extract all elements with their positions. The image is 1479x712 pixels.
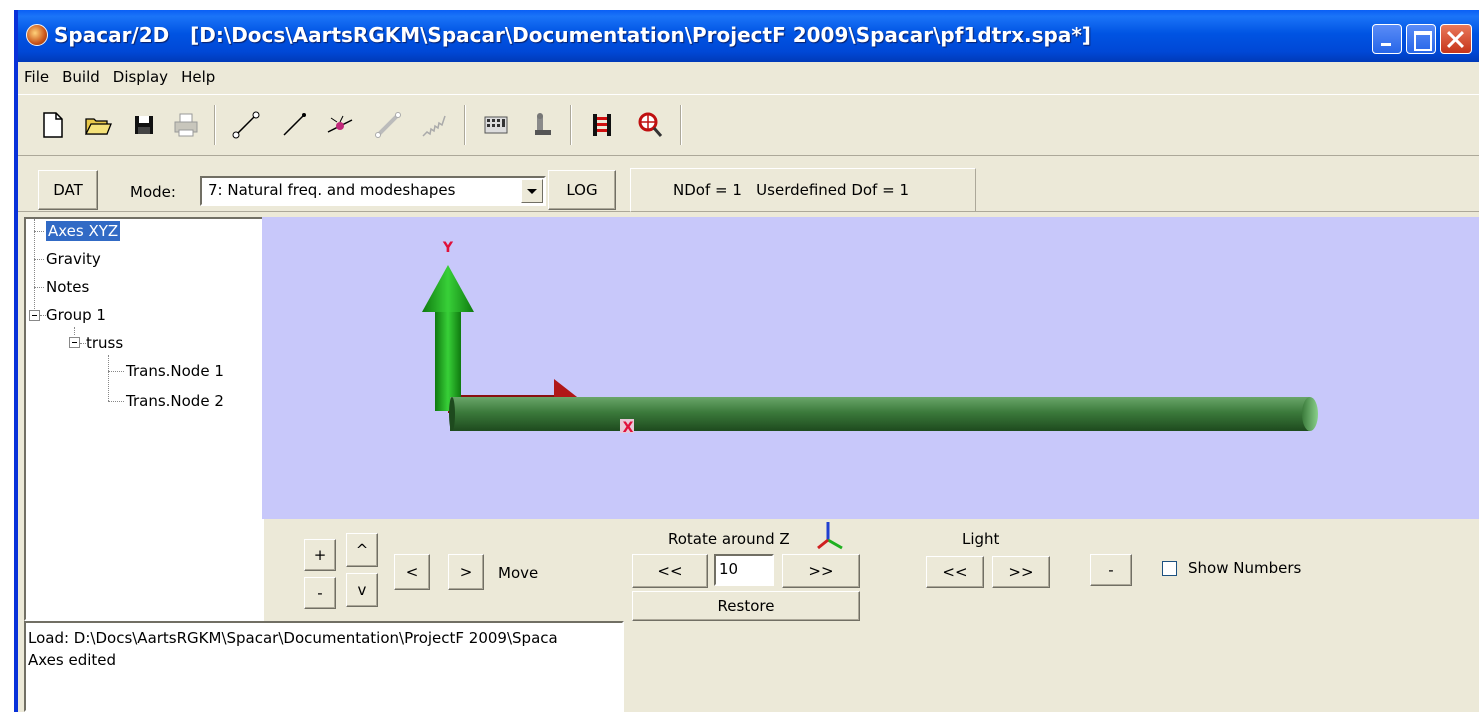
menu-help[interactable]: Help — [181, 68, 215, 86]
add-constraint-icon[interactable] — [322, 107, 358, 143]
results-icon[interactable] — [584, 107, 620, 143]
toolbar — [18, 94, 1479, 156]
model-tree[interactable]: Axes XYZ Gravity Notes Group 1 truss Tra… — [24, 217, 264, 621]
close-button[interactable] — [1440, 24, 1472, 54]
tree-node-trans-node-2[interactable]: Trans.Node 2 — [126, 391, 224, 411]
collapse-icon[interactable] — [29, 310, 40, 321]
tree-node-notes[interactable]: Notes — [46, 277, 89, 297]
toolbar-separator — [214, 105, 216, 145]
log-line: Axes edited — [28, 651, 117, 669]
add-spring-icon[interactable] — [416, 107, 452, 143]
rotate-left-button[interactable]: << — [632, 554, 708, 588]
x-axis-label: X — [623, 420, 634, 436]
show-numbers-label[interactable]: Show Numbers — [1188, 559, 1301, 577]
light-right-button[interactable]: >> — [992, 556, 1050, 588]
tree-line — [108, 371, 124, 372]
tree-node-group[interactable]: Group 1 — [46, 305, 106, 325]
menu-build[interactable]: Build — [62, 68, 100, 86]
tree-line — [34, 287, 44, 288]
move-label: Move — [498, 564, 539, 582]
show-numbers-checkbox[interactable] — [1162, 561, 1177, 576]
add-node-icon[interactable] — [228, 107, 264, 143]
tree-line — [108, 355, 109, 401]
light-label: Light — [962, 530, 1000, 548]
run-icon[interactable] — [524, 107, 560, 143]
tree-node-gravity[interactable]: Gravity — [46, 249, 101, 269]
rotate-angle-input[interactable]: 10 — [714, 554, 774, 586]
maximize-button[interactable] — [1406, 24, 1436, 54]
menu-file[interactable]: File — [24, 68, 49, 86]
mode-value: 7: Natural freq. and modeshapes — [208, 181, 456, 199]
zoom-icon[interactable] — [632, 107, 668, 143]
tree-node-trans-node-1[interactable]: Trans.Node 1 — [126, 361, 224, 381]
add-element-icon[interactable] — [276, 107, 312, 143]
window-title: Spacar/2D [D:\Docs\AartsRGKM\Spacar\Docu… — [54, 23, 1091, 47]
title-bar[interactable]: Spacar/2D [D:\Docs\AartsRGKM\Spacar\Docu… — [18, 10, 1479, 62]
app-name: Spacar/2D — [54, 23, 170, 47]
move-left-button[interactable]: < — [394, 554, 430, 590]
tree-line — [108, 401, 124, 402]
restore-button[interactable]: Restore — [632, 591, 860, 621]
move-up-button[interactable]: ^ — [346, 533, 378, 567]
calculator-icon[interactable] — [478, 107, 514, 143]
save-icon[interactable] — [126, 107, 162, 143]
mode-label: Mode: — [130, 183, 176, 201]
rotate-label: Rotate around Z — [668, 530, 790, 548]
tree-line — [34, 219, 35, 321]
log-button[interactable]: LOG — [548, 170, 616, 210]
toolbar-separator — [570, 105, 572, 145]
toolbar-separator — [680, 105, 682, 145]
y-axis-label: Y — [442, 240, 454, 256]
new-file-icon[interactable] — [34, 107, 70, 143]
tree-line — [34, 259, 44, 260]
menu-display[interactable]: Display — [113, 68, 168, 86]
light-left-button[interactable]: << — [926, 556, 984, 588]
minus-button[interactable]: - — [1090, 554, 1132, 586]
app-logo-icon[interactable] — [26, 24, 48, 46]
rotate-right-button[interactable]: >> — [782, 554, 860, 588]
app-window: Spacar/2D [D:\Docs\AartsRGKM\Spacar\Docu… — [14, 10, 1479, 712]
tree-node-truss[interactable]: truss — [86, 333, 123, 353]
log-line: Load: D:\Docs\AartsRGKM\Spacar\Documenta… — [28, 629, 558, 647]
minimize-button[interactable] — [1372, 24, 1402, 54]
file-path: [D:\Docs\AartsRGKM\Spacar\Documentation\… — [190, 23, 1091, 47]
move-right-button[interactable]: > — [448, 554, 484, 590]
y-axis-arrow — [422, 265, 474, 411]
log-output[interactable]: Load: D:\Docs\AartsRGKM\Spacar\Documenta… — [24, 621, 624, 712]
toolbar-separator — [464, 105, 466, 145]
open-folder-icon[interactable] — [80, 107, 116, 143]
view-controls: + - ^ v < > Move Rotate around Z << 10 >… — [262, 519, 1479, 621]
tree-line — [34, 231, 44, 232]
ndof-status: NDof = 1 Userdefined Dof = 1 — [630, 168, 976, 212]
tree-node-axes[interactable]: Axes XYZ — [46, 221, 121, 241]
3d-viewport[interactable]: Y X — [262, 217, 1479, 519]
move-down-button[interactable]: v — [346, 573, 378, 607]
zoom-out-button[interactable]: - — [304, 577, 336, 609]
collapse-icon[interactable] — [69, 337, 80, 348]
truss-element[interactable] — [449, 397, 1318, 431]
print-icon[interactable] — [168, 107, 204, 143]
add-beam-icon[interactable] — [370, 107, 406, 143]
scene-canvas[interactable]: Y X — [262, 217, 1479, 519]
tree-line — [74, 327, 75, 335]
axes-icon — [817, 522, 843, 550]
chevron-down-icon[interactable] — [521, 179, 543, 203]
zoom-in-button[interactable]: + — [304, 539, 336, 571]
mode-dropdown[interactable]: 7: Natural freq. and modeshapes — [200, 176, 546, 206]
dat-button[interactable]: DAT — [38, 170, 98, 210]
menu-bar: File Build Display Help — [18, 62, 1479, 92]
